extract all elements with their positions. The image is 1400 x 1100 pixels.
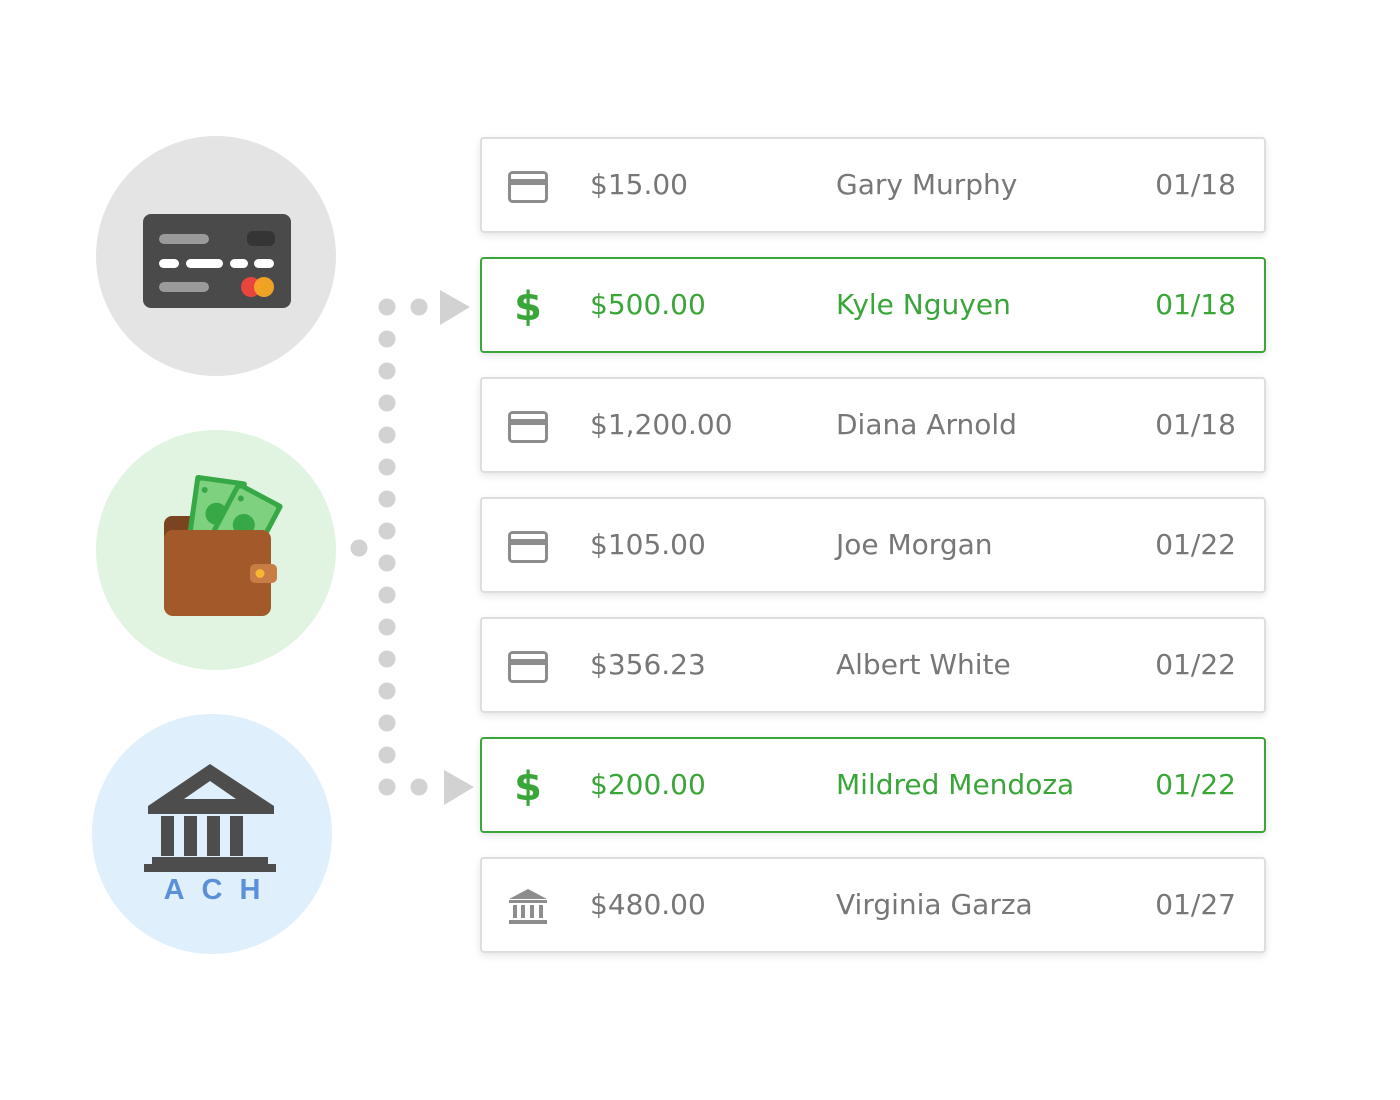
transaction-date: 01/22: [1155, 768, 1236, 801]
wallet-cash-icon: [164, 474, 283, 616]
transaction-date: 01/27: [1155, 888, 1236, 921]
connector-dot: [378, 746, 396, 764]
dollar-symbol: $: [514, 764, 542, 810]
transaction-name: Mildred Mendoza: [836, 768, 1075, 801]
transaction-row-7[interactable]: $480.00 Virginia Garza 01/27: [480, 857, 1266, 953]
transaction-row-2[interactable]: $ $500.00 Kyle Nguyen 01/18: [480, 257, 1266, 353]
connector-dot: [378, 490, 396, 508]
connector-dot: [378, 394, 396, 412]
transaction-date: 01/22: [1155, 528, 1236, 561]
dollar-symbol: $: [514, 284, 542, 330]
transaction-amount: $480.00: [590, 888, 706, 921]
connector-dot: [378, 650, 396, 668]
connector-dot: [378, 586, 396, 604]
transaction-amount: $105.00: [590, 528, 706, 561]
connector-dot: [378, 426, 396, 444]
arrow-top-icon: [440, 290, 470, 325]
card-icon: [508, 527, 548, 567]
connector-dot: [378, 362, 396, 380]
card-icon: [508, 167, 548, 207]
transaction-amount: $500.00: [590, 288, 706, 321]
transaction-row-5[interactable]: $356.23 Albert White 01/22: [480, 617, 1266, 713]
transaction-date: 01/22: [1155, 648, 1236, 681]
connector-dot: [378, 554, 396, 572]
credit-card-icon: [143, 214, 291, 308]
bank-icon: [508, 887, 548, 927]
transaction-name: Albert White: [836, 648, 1011, 681]
credit-card-circle: [96, 136, 336, 376]
transaction-name: Virginia Garza: [836, 888, 1033, 921]
connector-dot: [410, 298, 428, 316]
transaction-amount: $1,200.00: [590, 408, 733, 441]
transaction-row-3[interactable]: $1,200.00 Diana Arnold 01/18: [480, 377, 1266, 473]
transaction-date: 01/18: [1155, 288, 1236, 321]
connector-dot: [410, 778, 428, 796]
arrow-bottom-icon: [444, 770, 474, 805]
dotted-connector: [350, 290, 474, 805]
connector-dot: [378, 458, 396, 476]
transaction-name: Kyle Nguyen: [836, 288, 1011, 321]
transaction-date: 01/18: [1155, 408, 1236, 441]
transaction-name: Gary Murphy: [836, 168, 1018, 201]
ach-label: ACH: [163, 874, 278, 906]
dollar-icon: $: [508, 767, 548, 807]
connector-dot: [378, 522, 396, 540]
transaction-name: Joe Morgan: [836, 528, 993, 561]
dollar-icon: $: [508, 287, 548, 327]
card-icon: [508, 407, 548, 447]
transaction-row-1[interactable]: $15.00 Gary Murphy 01/18: [480, 137, 1266, 233]
connector-dot: [378, 714, 396, 732]
transaction-amount: $15.00: [590, 168, 688, 201]
cash-wallet-circle: [96, 430, 336, 670]
connector-dot: [378, 618, 396, 636]
transaction-row-4[interactable]: $105.00 Joe Morgan 01/22: [480, 497, 1266, 593]
transaction-row-6[interactable]: $ $200.00 Mildred Mendoza 01/22: [480, 737, 1266, 833]
transaction-amount: $200.00: [590, 768, 706, 801]
connector-dot: [350, 539, 368, 557]
transaction-amount: $356.23: [590, 648, 706, 681]
ach-bank-circle: ACH: [92, 714, 332, 954]
transaction-date: 01/18: [1155, 168, 1236, 201]
connector-dot: [378, 298, 396, 316]
connector-dot: [378, 778, 396, 796]
card-icon: [508, 647, 548, 687]
connector-dot: [378, 682, 396, 700]
transaction-name: Diana Arnold: [836, 408, 1017, 441]
bank-icon: [144, 764, 276, 872]
connector-dot: [378, 330, 396, 348]
